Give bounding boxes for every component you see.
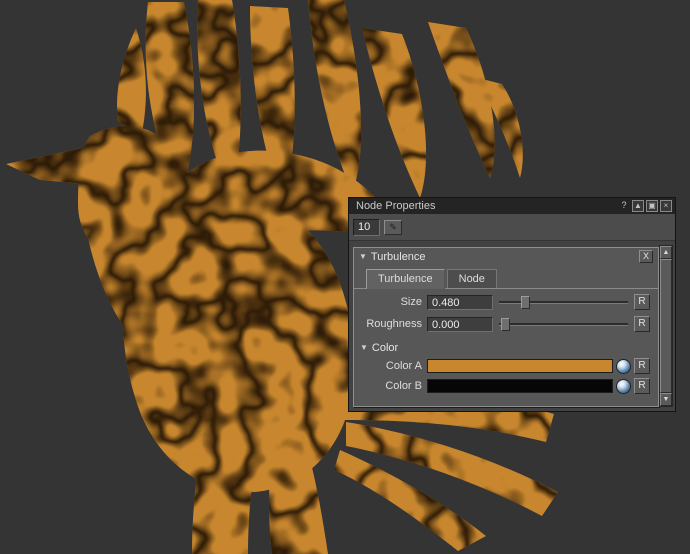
- size-label: Size: [354, 296, 427, 308]
- color-a-reset-button[interactable]: R: [634, 358, 650, 374]
- vertical-scrollbar[interactable]: ▲ ▼: [659, 245, 673, 407]
- slider-handle[interactable]: [521, 296, 530, 309]
- node-title: Turbulence: [371, 251, 639, 263]
- color-row-a: Color A R: [354, 357, 658, 375]
- close-icon[interactable]: ×: [660, 200, 672, 212]
- color-b-swatch[interactable]: [427, 379, 613, 393]
- titlebar[interactable]: Node Properties ? ▲ ▣ ×: [349, 198, 675, 214]
- color-b-label: Color B: [354, 380, 427, 392]
- node-header: ▼ Turbulence X: [354, 248, 658, 265]
- texture-ball-icon[interactable]: [616, 379, 631, 394]
- edit-button[interactable]: ✎: [384, 220, 402, 235]
- remove-node-button[interactable]: X: [639, 250, 653, 263]
- node-count-field[interactable]: 10: [353, 219, 380, 236]
- texture-ball-icon[interactable]: [616, 359, 631, 374]
- color-b-reset-button[interactable]: R: [634, 378, 650, 394]
- color-group-header: ▼ Color: [354, 340, 658, 355]
- roughness-slider[interactable]: [499, 317, 628, 332]
- tab-node[interactable]: Node: [447, 269, 497, 288]
- tab-turbulence[interactable]: Turbulence: [366, 269, 445, 289]
- collapse-triangle-icon[interactable]: ▼: [360, 343, 368, 352]
- color-group-title: Color: [372, 342, 398, 354]
- node-properties-window: Node Properties ? ▲ ▣ × 10 ✎ ▼ Turbulenc…: [348, 197, 676, 412]
- size-value-field[interactable]: 0.480: [427, 295, 493, 310]
- collapse-triangle-icon[interactable]: ▼: [359, 252, 367, 261]
- size-slider[interactable]: [499, 295, 628, 310]
- turbulence-node-panel: ▼ Turbulence X Turbulence Node Size 0.48…: [353, 247, 659, 407]
- window-title: Node Properties: [356, 200, 616, 212]
- scroll-up-icon[interactable]: ▲: [660, 246, 672, 259]
- color-a-label: Color A: [354, 360, 427, 372]
- help-icon[interactable]: ?: [618, 200, 630, 212]
- roughness-value-field[interactable]: 0.000: [427, 317, 493, 332]
- roughness-reset-button[interactable]: R: [634, 316, 650, 332]
- slider-handle[interactable]: [501, 318, 510, 331]
- size-reset-button[interactable]: R: [634, 294, 650, 310]
- tab-bar: Turbulence Node: [354, 269, 658, 289]
- color-a-swatch[interactable]: [427, 359, 613, 373]
- collapse-icon[interactable]: ▲: [632, 200, 644, 212]
- param-row-size: Size 0.480 R: [354, 293, 658, 311]
- scrollbar-thumb[interactable]: [660, 259, 672, 393]
- application-screen: Node Properties ? ▲ ▣ × 10 ✎ ▼ Turbulenc…: [0, 0, 690, 554]
- slider-track: [499, 301, 628, 304]
- scroll-down-icon[interactable]: ▼: [660, 393, 672, 406]
- detach-icon[interactable]: ▣: [646, 200, 658, 212]
- slider-track: [499, 323, 628, 326]
- param-row-roughness: Roughness 0.000 R: [354, 315, 658, 333]
- roughness-label: Roughness: [354, 318, 427, 330]
- color-row-b: Color B R: [354, 377, 658, 395]
- panel-content: ▼ Turbulence X Turbulence Node Size 0.48…: [349, 241, 675, 411]
- toolbar: 10 ✎: [349, 214, 675, 241]
